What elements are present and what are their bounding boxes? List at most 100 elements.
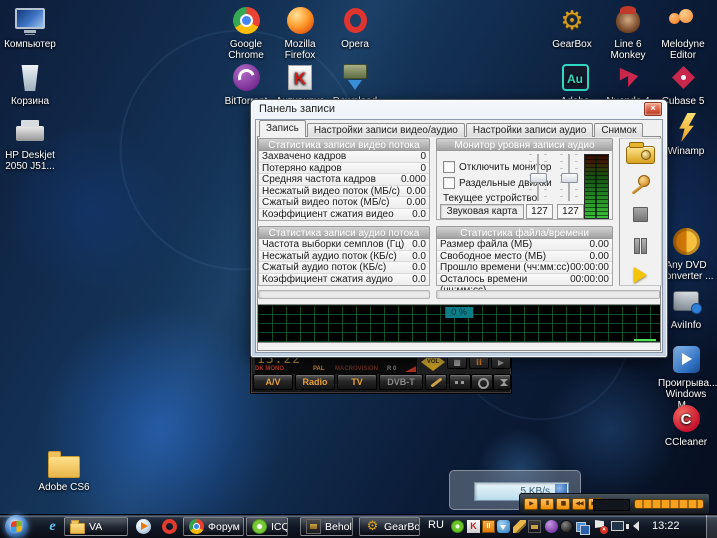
tv-record-source-button[interactable] bbox=[471, 374, 493, 390]
pause-button[interactable] bbox=[625, 234, 657, 255]
mini-pause-button[interactable]: II bbox=[540, 498, 554, 510]
left-level-value[interactable]: 127 bbox=[526, 204, 553, 219]
recorder-tray-icon[interactable] bbox=[560, 520, 573, 533]
tv-av-button[interactable]: A/V bbox=[253, 374, 293, 390]
tv-tv-button[interactable]: TV bbox=[337, 374, 377, 390]
stat-value: 0.0 bbox=[412, 251, 426, 262]
right-volume-slider[interactable] bbox=[559, 154, 579, 201]
stat-value: 00:00:00 bbox=[570, 262, 609, 273]
desktop-icon-google-chrome[interactable]: GoogleChrome bbox=[218, 5, 274, 61]
stats-row: Потеряно кадров0 bbox=[259, 163, 429, 175]
desktop-icon-opera[interactable]: Opera bbox=[327, 5, 383, 50]
desktop-icon-label: Компьютер bbox=[2, 39, 58, 50]
stat-value: 0.0 bbox=[412, 262, 426, 273]
audio-stats-group: Статистика записи аудио потокаЧастота вы… bbox=[258, 226, 430, 286]
desktop-icon-hp-printer[interactable]: HP Deskjet2050 J51... bbox=[2, 116, 58, 172]
stat-value: 0.00 bbox=[590, 251, 609, 262]
checkbox-box[interactable] bbox=[443, 161, 455, 173]
desktop-icon-mozilla-firefox[interactable]: MozillaFirefox bbox=[272, 5, 328, 61]
taskbar-button-behold[interactable]: Behold ... bbox=[300, 517, 353, 536]
group-title: Статистика записи видео потока bbox=[258, 138, 430, 151]
tv-osd-text: MACROVISION bbox=[335, 366, 378, 373]
stat-value: 0.000 bbox=[401, 174, 426, 185]
stats-row: Захвачено кадров0 bbox=[259, 151, 429, 163]
volume-tray-icon[interactable] bbox=[626, 520, 639, 533]
tv-channel-updown-button[interactable] bbox=[493, 374, 511, 390]
purple-app-tray-icon[interactable] bbox=[545, 520, 558, 533]
action-center-flag-icon[interactable] bbox=[594, 520, 607, 533]
mini-play-button[interactable]: ▶ bbox=[524, 498, 538, 510]
close-button[interactable]: × bbox=[644, 102, 662, 116]
behold-tv-tray-icon[interactable] bbox=[528, 520, 541, 533]
taskbar-ie-icon[interactable]: e bbox=[40, 517, 64, 536]
desktop-icon-recycle-bin[interactable]: Корзина bbox=[2, 62, 58, 107]
stat-label: Сжатый видео поток (МБ/с) bbox=[262, 197, 390, 208]
desktop-icon-computer[interactable]: Компьютер bbox=[2, 5, 58, 50]
record-audio-button[interactable] bbox=[625, 175, 657, 196]
icon-glyph: ⚙ bbox=[544, 5, 600, 37]
group-title: Монитор уровня записи аудио bbox=[436, 138, 613, 151]
desktop-icon-label: MelodyneEditor bbox=[655, 39, 711, 61]
sync-tray-icon[interactable] bbox=[576, 520, 589, 533]
show-desktop-button[interactable] bbox=[706, 515, 717, 538]
taskbar-button-opera[interactable] bbox=[157, 517, 182, 536]
mini-stop-button[interactable]: ■ bbox=[556, 498, 570, 510]
right-level-value[interactable]: 127 bbox=[557, 204, 584, 219]
language-indicator[interactable]: RU bbox=[428, 519, 444, 531]
desktop-icon-label: GoogleChrome bbox=[218, 39, 274, 61]
network-tray-icon[interactable] bbox=[611, 521, 624, 531]
tv-osd-text: R 0 bbox=[387, 366, 396, 373]
stats-row: Средняя частота кадров0.000 bbox=[259, 174, 429, 186]
tab-snapshot[interactable]: Снимок bbox=[594, 123, 643, 137]
taskbar-clock[interactable]: 13:22 bbox=[652, 520, 680, 532]
left-volume-slider[interactable] bbox=[528, 154, 548, 201]
stats-table: Захвачено кадров0Потеряно кадров0Средняя… bbox=[258, 151, 430, 221]
slider-thumb[interactable] bbox=[561, 173, 578, 183]
tab-audio-settings[interactable]: Настройки записи аудио bbox=[466, 123, 593, 137]
stat-label: Сжатый аудио поток (КБ/с) bbox=[262, 262, 386, 273]
record-video-button[interactable] bbox=[625, 145, 657, 166]
desktop-icon-line6-monkey[interactable]: Line 6Monkey bbox=[600, 5, 656, 61]
desktop-icon-gearbox[interactable]: ⚙GearBox bbox=[544, 5, 600, 50]
taskbar-button-wmp[interactable] bbox=[131, 517, 156, 536]
download-tray-icon[interactable] bbox=[497, 520, 510, 533]
tab-video-audio-settings[interactable]: Настройки записи видео/аудио bbox=[307, 123, 465, 137]
tv-dvbt-button[interactable]: DVB-T bbox=[379, 374, 423, 390]
desktop-icon-label: MozillaFirefox bbox=[272, 39, 328, 61]
taskbar-button-va[interactable]: VA bbox=[64, 517, 128, 536]
mini-player-bar[interactable]: ▶II■◀◀▶▶ bbox=[519, 493, 710, 514]
slider-thumb[interactable] bbox=[530, 173, 547, 183]
stat-label: Несжатый аудио поток (КБ/с) bbox=[262, 251, 397, 262]
tab-record[interactable]: Запись bbox=[259, 120, 306, 137]
dialog-titlebar[interactable]: Панель записи × bbox=[251, 100, 667, 118]
taskbar-button-gearbox[interactable]: ⚙GearBox bbox=[359, 517, 420, 536]
taskbar-button-forum[interactable]: Форум ... bbox=[183, 517, 244, 536]
recycle-bin-icon bbox=[2, 62, 58, 94]
mini-rewind-button[interactable]: ◀◀ bbox=[572, 498, 586, 510]
editor-tray-icon[interactable] bbox=[513, 520, 526, 533]
taskbar-button-label: Behold ... bbox=[325, 521, 353, 533]
desktop-icon-label: Line 6Monkey bbox=[600, 39, 656, 61]
stats-row: Размер файла (МБ)0.00 bbox=[437, 239, 612, 251]
stop-button[interactable] bbox=[625, 205, 657, 226]
tv-settings-button[interactable] bbox=[425, 374, 447, 390]
recording-toolbar bbox=[619, 138, 662, 286]
desktop-icon-ccleaner[interactable]: CCCleaner bbox=[658, 403, 714, 448]
mini-player-progress[interactable] bbox=[634, 499, 704, 509]
tv-radio-button[interactable]: Radio bbox=[295, 374, 335, 390]
play-button[interactable] bbox=[625, 264, 657, 285]
checkbox-box[interactable] bbox=[443, 177, 455, 189]
windows-logo-icon bbox=[11, 520, 22, 532]
icq-tray-icon[interactable] bbox=[451, 520, 464, 533]
stat-value: 0.00 bbox=[590, 239, 609, 250]
taskbar-button-label: GearBox bbox=[384, 521, 420, 533]
taskbar-button-icq[interactable]: ICQ bbox=[246, 517, 288, 536]
computer-icon bbox=[2, 5, 58, 37]
start-button[interactable] bbox=[5, 515, 28, 538]
desktop-icon-adobe-cs6[interactable]: Adobe CS6 bbox=[36, 448, 92, 493]
taskbar-button-label: VA bbox=[89, 521, 102, 533]
kaspersky-tray-icon[interactable]: K bbox=[467, 520, 480, 533]
pause-tray-icon[interactable]: II bbox=[482, 520, 495, 533]
tv-channels-button[interactable] bbox=[449, 374, 471, 390]
desktop-icon-melodyne[interactable]: MelodyneEditor bbox=[655, 5, 711, 61]
